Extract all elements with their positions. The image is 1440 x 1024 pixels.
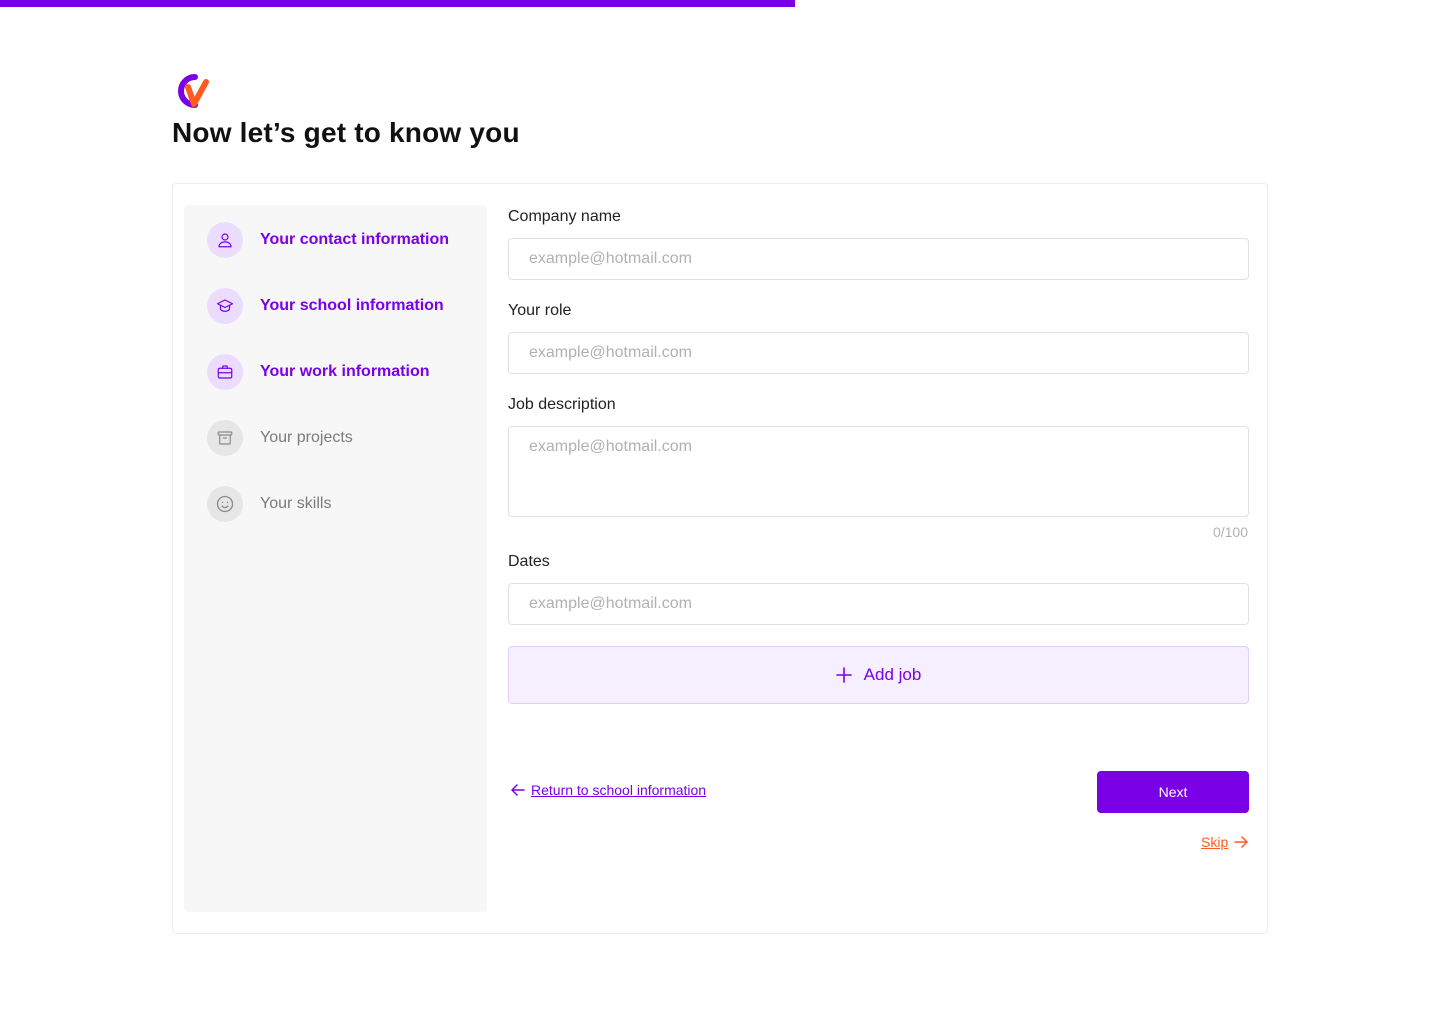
graduation-cap-icon xyxy=(207,288,243,324)
skip-link[interactable]: Skip xyxy=(1201,834,1248,850)
step-label: Your contact information xyxy=(260,231,450,248)
archive-box-icon xyxy=(207,420,243,456)
job-description-label: Job description xyxy=(508,396,616,413)
steps-sidebar: Your contact information Your school inf… xyxy=(184,205,487,912)
step-label: Your skills xyxy=(260,495,332,512)
arrow-right-icon xyxy=(1234,835,1248,849)
step-projects[interactable]: Your projects xyxy=(207,420,353,456)
form-card: Your contact information Your school inf… xyxy=(172,183,1268,934)
role-label: Your role xyxy=(508,302,572,319)
step-skills[interactable]: Your skills xyxy=(207,486,331,522)
return-link-label: Return to school information xyxy=(531,782,707,798)
step-contact-information[interactable]: Your contact information xyxy=(207,222,449,258)
step-school-information[interactable]: Your school information xyxy=(207,288,444,324)
add-job-label: Add job xyxy=(863,665,922,684)
user-icon xyxy=(207,222,243,258)
step-label: Your work information xyxy=(260,363,430,380)
character-counter: 0/100 xyxy=(1212,524,1248,540)
progress-bar-fill xyxy=(0,0,795,7)
job-description-input[interactable] xyxy=(508,426,1249,517)
role-input[interactable] xyxy=(508,332,1249,374)
briefcase-icon xyxy=(207,354,243,390)
step-label: Your school information xyxy=(260,297,444,314)
smiley-icon xyxy=(207,486,243,522)
plus-icon xyxy=(835,667,852,683)
step-label: Your projects xyxy=(260,429,353,446)
arrow-left-icon xyxy=(511,783,525,797)
skip-label: Skip xyxy=(1201,834,1229,850)
dates-input[interactable] xyxy=(508,583,1249,625)
company-name-label: Company name xyxy=(508,208,621,225)
add-job-button[interactable]: Add job xyxy=(508,646,1249,704)
return-to-school-link[interactable]: Return to school information xyxy=(511,782,706,798)
step-work-information[interactable]: Your work information xyxy=(207,354,429,390)
next-button[interactable]: Next xyxy=(1097,771,1249,813)
page-title: Now let’s get to know you xyxy=(172,117,520,148)
cv-logo-icon xyxy=(174,72,212,110)
dates-label: Dates xyxy=(508,553,550,570)
company-name-input[interactable] xyxy=(508,238,1249,280)
progress-bar xyxy=(0,0,1440,7)
